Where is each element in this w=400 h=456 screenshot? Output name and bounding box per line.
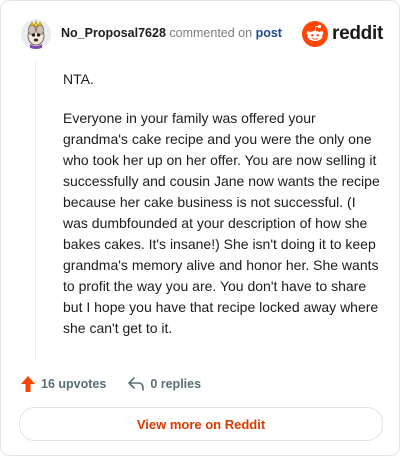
comment-header: No_Proposal7628 commented on post reddit (21, 19, 383, 51)
comment-paragraph: Everyone in your family was offered your… (63, 110, 380, 336)
reply-button[interactable]: 0 replies (128, 377, 201, 391)
post-link[interactable]: post (256, 26, 282, 40)
upvote-button[interactable]: 16 upvotes (21, 376, 106, 392)
reply-arrow-icon (128, 377, 145, 391)
user-avatar[interactable] (21, 19, 51, 49)
reddit-wordmark: reddit (332, 23, 383, 44)
comment-paragraph: NTA. (63, 71, 94, 87)
reply-count: 0 replies (150, 377, 202, 391)
upvote-count: 16 upvotes (41, 377, 107, 391)
reddit-snoo-icon (302, 21, 329, 47)
avatar-image (21, 19, 51, 49)
comment-actions: 16 upvotes 0 replies (21, 373, 201, 395)
commented-on-text: commented on (169, 26, 253, 40)
comment-meta: No_Proposal7628 commented on post (61, 26, 282, 40)
thread-line (35, 61, 36, 361)
upvote-arrow-icon (21, 376, 35, 392)
comment-body: NTA. Everyone in your family was offered… (63, 69, 381, 357)
view-more-button[interactable]: View more on Reddit (19, 407, 383, 441)
comment-card: No_Proposal7628 commented on post reddit… (0, 0, 400, 456)
username[interactable]: No_Proposal7628 (61, 26, 166, 40)
reddit-logo[interactable]: reddit (302, 21, 383, 47)
